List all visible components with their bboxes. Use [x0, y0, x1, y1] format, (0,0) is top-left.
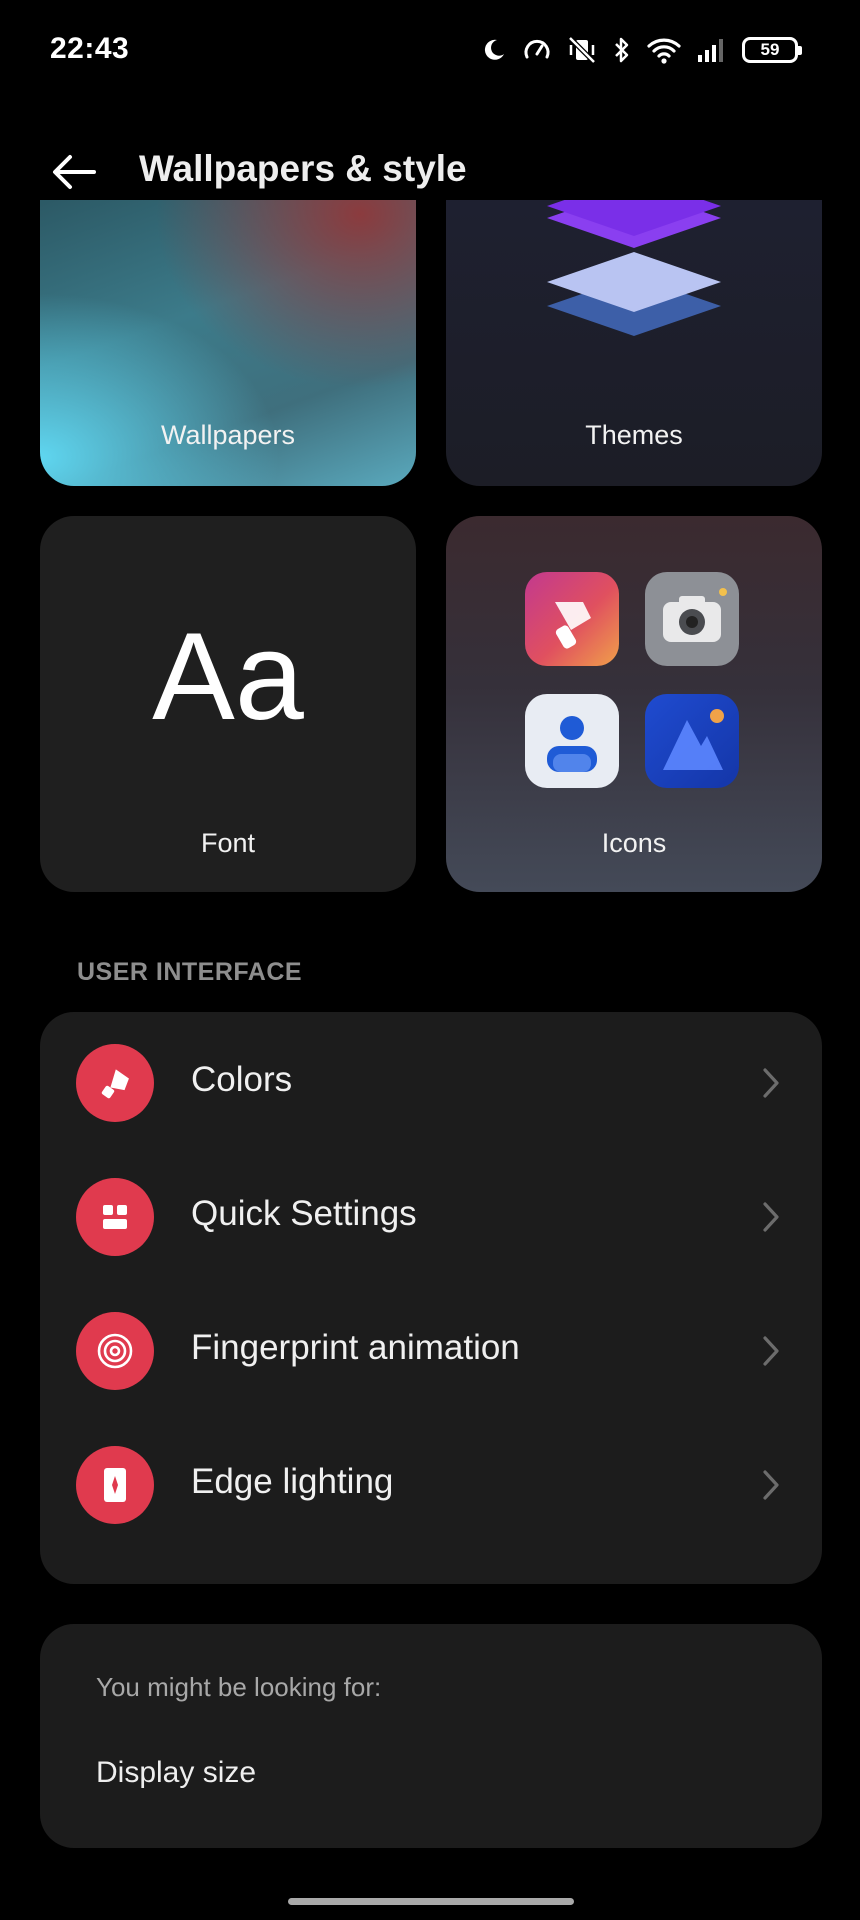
- battery-icon: 59: [742, 37, 802, 63]
- status-bar: 22:43 59: [0, 0, 860, 100]
- signal-icon: [698, 39, 723, 62]
- tile-themes[interactable]: Themes: [446, 200, 822, 486]
- tile-font[interactable]: Aa Font: [40, 516, 416, 892]
- tile-icons-label: Icons: [601, 828, 667, 858]
- tile-wallpapers-label: Wallpapers: [160, 420, 296, 450]
- contacts-app-icon: [525, 694, 619, 788]
- moon-icon: [484, 39, 504, 60]
- user-interface-card: Colors Quick Settings Fingerprint animat…: [40, 1012, 822, 1584]
- status-icons: 59: [480, 30, 802, 70]
- chevron-right-icon: [763, 1068, 779, 1098]
- setting-label-colors: Colors: [191, 1060, 293, 1099]
- setting-row-edge-lighting[interactable]: Edge lighting: [40, 1418, 822, 1552]
- battery-level: 59: [760, 40, 780, 59]
- section-title-user-interface: USER INTERFACE: [77, 958, 303, 986]
- screen: 22:43 59 Wallpapers & style Wallpapers T…: [0, 0, 860, 1920]
- setting-label-quick-settings: Quick Settings: [191, 1194, 417, 1233]
- suggestions-caption: You might be looking for:: [96, 1672, 382, 1702]
- home-indicator[interactable]: [288, 1898, 574, 1905]
- chevron-right-icon: [763, 1202, 779, 1232]
- setting-label-fingerprint-animation: Fingerprint animation: [191, 1328, 520, 1367]
- bluetooth-icon: [615, 37, 629, 63]
- chevron-right-icon: [763, 1336, 779, 1366]
- chevron-right-icon: [763, 1470, 779, 1500]
- paint-brush-app-icon: [525, 572, 619, 666]
- quick-settings-icon: [76, 1178, 154, 1256]
- tile-icons[interactable]: Icons: [446, 516, 822, 892]
- vibrate-off-icon: [568, 36, 596, 64]
- suggestion-display-size[interactable]: Display size: [96, 1756, 256, 1790]
- brush-icon: [76, 1044, 154, 1122]
- setting-label-edge-lighting: Edge lighting: [191, 1462, 394, 1501]
- tile-font-label: Font: [200, 828, 256, 858]
- page-title: Wallpapers & style: [139, 148, 467, 189]
- tile-wallpapers[interactable]: Wallpapers: [40, 200, 416, 486]
- edge-lighting-icon: [76, 1446, 154, 1524]
- setting-row-fingerprint-animation[interactable]: Fingerprint animation: [40, 1284, 822, 1418]
- wifi-icon: [647, 38, 681, 64]
- camera-app-icon: [645, 572, 739, 666]
- gallery-app-icon: [645, 694, 739, 788]
- setting-row-quick-settings[interactable]: Quick Settings: [40, 1150, 822, 1284]
- tile-themes-label: Themes: [585, 420, 683, 450]
- fingerprint-icon: [76, 1312, 154, 1390]
- back-arrow-icon: [53, 155, 96, 189]
- speed-icon: [524, 39, 550, 59]
- back-button[interactable]: [44, 142, 104, 202]
- status-time: 22:43: [50, 32, 130, 65]
- font-sample: Aa: [152, 608, 304, 746]
- setting-row-colors[interactable]: Colors: [40, 1016, 822, 1150]
- suggestions-card: You might be looking for: Display size: [40, 1624, 822, 1848]
